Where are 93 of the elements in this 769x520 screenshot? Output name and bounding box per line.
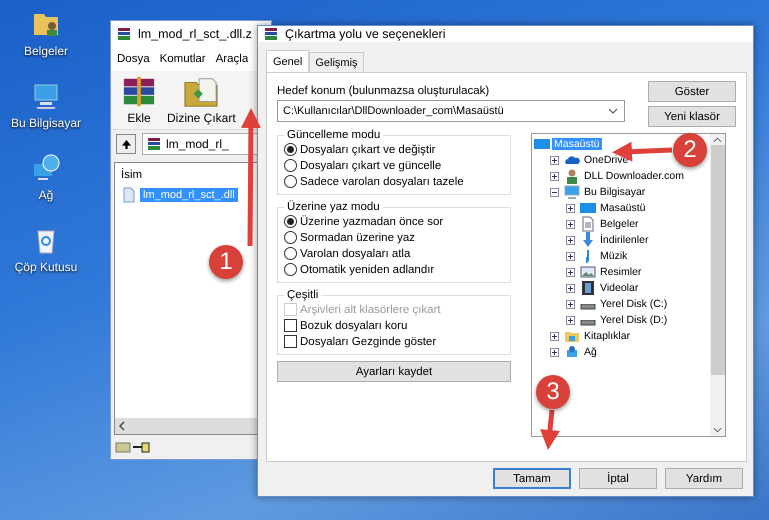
up-folder-button[interactable] bbox=[116, 134, 136, 154]
checkbox[interactable] bbox=[284, 319, 297, 332]
radio-button[interactable] bbox=[284, 231, 297, 244]
vertical-scrollbar[interactable] bbox=[710, 134, 725, 436]
menu-item[interactable]: Komutlar bbox=[160, 53, 206, 65]
up-arrow-icon bbox=[122, 140, 130, 148]
collapse-icon[interactable] bbox=[550, 188, 559, 196]
desktop-icon-label[interactable]: Çöp Kutusu bbox=[14, 260, 78, 274]
books-stack-icon bbox=[146, 136, 162, 152]
expand-icon[interactable] bbox=[566, 204, 575, 212]
menu-item[interactable]: Araçla bbox=[216, 53, 248, 65]
toolbar-button[interactable]: Ekle bbox=[117, 73, 161, 127]
drive-icon bbox=[580, 320, 596, 326]
dialog-button[interactable]: Tamam bbox=[493, 468, 571, 489]
expand-icon[interactable] bbox=[566, 316, 575, 324]
radio-label[interactable]: Varolan dosyaları atla bbox=[300, 248, 410, 260]
chevron-down-icon[interactable] bbox=[713, 427, 722, 433]
tree-item[interactable]: DLL Downloader.com bbox=[582, 170, 686, 182]
monitor-icon bbox=[580, 200, 596, 216]
picture-icon bbox=[580, 264, 596, 280]
radio-label[interactable]: Otomatik yeniden adlandır bbox=[300, 264, 434, 276]
file-icon bbox=[121, 187, 137, 203]
toolbar-button[interactable]: Dizine Çıkart bbox=[165, 73, 238, 127]
monitor-icon bbox=[564, 184, 580, 200]
desktop-icon-label[interactable]: Ağ bbox=[38, 188, 54, 202]
expand-icon[interactable] bbox=[566, 252, 575, 260]
radio-button[interactable] bbox=[284, 175, 297, 188]
music-note-icon bbox=[586, 248, 590, 264]
tree-item[interactable]: OneDrive bbox=[582, 154, 630, 166]
tree-item[interactable]: Ağ bbox=[582, 346, 599, 358]
annotation-arrow bbox=[540, 410, 560, 450]
chevron-up-icon[interactable] bbox=[713, 137, 722, 143]
radio-button[interactable] bbox=[284, 263, 297, 276]
desktop-icon-label[interactable]: Bu Bilgisayar bbox=[10, 116, 82, 130]
tree-item[interactable]: Videolar bbox=[598, 282, 640, 294]
books-stack-icon bbox=[263, 26, 279, 42]
expand-icon[interactable] bbox=[550, 348, 559, 356]
expand-icon[interactable] bbox=[550, 156, 559, 164]
radio-button[interactable] bbox=[284, 215, 297, 228]
radio-button[interactable] bbox=[284, 247, 297, 260]
destination-combobox[interactable]: C:\Kullanıcılar\DllDownloader_com\Masaüstü bbox=[277, 100, 625, 122]
group-title: Güncelleme modu bbox=[286, 129, 382, 141]
expand-icon[interactable] bbox=[550, 172, 559, 180]
radio-label[interactable]: Sormadan üzerine yaz bbox=[300, 232, 416, 244]
expand-icon[interactable] bbox=[566, 284, 575, 292]
window-title: lm_mod_rl_sct_.dll.z bbox=[138, 27, 252, 41]
tree-item[interactable]: Müzik bbox=[598, 250, 630, 262]
save-settings-button[interactable]: Ayarları kaydet bbox=[277, 361, 511, 382]
drive-key-icon bbox=[115, 440, 151, 454]
radio-button[interactable] bbox=[284, 143, 297, 156]
tree-item[interactable]: İndirilenler bbox=[598, 234, 650, 246]
document-icon bbox=[580, 216, 596, 232]
dialog-button[interactable]: İptal bbox=[579, 468, 657, 489]
books-stack-icon bbox=[116, 26, 132, 42]
side-button[interactable]: Göster bbox=[648, 81, 736, 102]
drive-icon bbox=[580, 304, 596, 310]
person-icon bbox=[564, 168, 580, 184]
radio-label[interactable]: Dosyaları çıkart ve güncelle bbox=[300, 160, 442, 172]
dialog-button[interactable]: Yardım bbox=[665, 468, 743, 489]
network-icon bbox=[564, 344, 580, 360]
chevron-down-icon bbox=[608, 108, 618, 114]
expand-icon[interactable] bbox=[566, 300, 575, 308]
radio-label[interactable]: Sadece varolan dosyaları tazele bbox=[300, 176, 464, 188]
tree-item[interactable]: Masaüstü bbox=[598, 202, 648, 214]
desktop-icon-label[interactable]: Belgeler bbox=[24, 44, 68, 58]
radio-button[interactable] bbox=[284, 159, 297, 172]
tab[interactable]: Genel bbox=[266, 50, 310, 72]
chevron-left-icon[interactable] bbox=[119, 421, 125, 431]
tree-item[interactable]: Belgeler bbox=[598, 218, 641, 230]
checkbox-label[interactable]: Dosyaları Gezginde göster bbox=[300, 336, 436, 348]
dialog-title: Çıkartma yolu ve seçenekleri bbox=[285, 27, 446, 41]
tree-item[interactable]: Yerel Disk (D:) bbox=[598, 314, 670, 326]
group-title: Çeşitli bbox=[286, 289, 320, 301]
tree-item[interactable]: Bu Bilgisayar bbox=[582, 186, 648, 198]
expand-icon[interactable] bbox=[566, 236, 575, 244]
monitor-icon bbox=[534, 136, 550, 152]
checkbox[interactable] bbox=[284, 335, 297, 348]
expand-icon[interactable] bbox=[550, 332, 559, 340]
film-icon bbox=[580, 280, 596, 296]
checkbox-label[interactable]: Bozuk dosyaları koru bbox=[300, 320, 408, 332]
side-button[interactable]: Yeni klasör bbox=[648, 106, 736, 127]
tree-item[interactable]: Kitaplıklar bbox=[582, 330, 632, 342]
field-label: Hedef konum (bulunmazsa oluşturulacak) bbox=[277, 85, 490, 97]
radio-label[interactable]: Üzerine yazmadan önce sor bbox=[300, 216, 444, 228]
group-title: Üzerine yaz modu bbox=[286, 201, 381, 213]
tree-item[interactable]: Resimler bbox=[598, 266, 644, 278]
menu-item[interactable]: Dosya bbox=[117, 53, 150, 65]
tab[interactable]: Gelişmiş bbox=[309, 52, 364, 72]
down-arrow-icon bbox=[580, 232, 596, 248]
radio-label[interactable]: Dosyaları çıkart ve değiştir bbox=[300, 144, 436, 156]
expand-icon[interactable] bbox=[566, 220, 575, 228]
expand-icon[interactable] bbox=[566, 268, 575, 276]
tree-item[interactable]: Yerel Disk (C:) bbox=[598, 298, 670, 310]
